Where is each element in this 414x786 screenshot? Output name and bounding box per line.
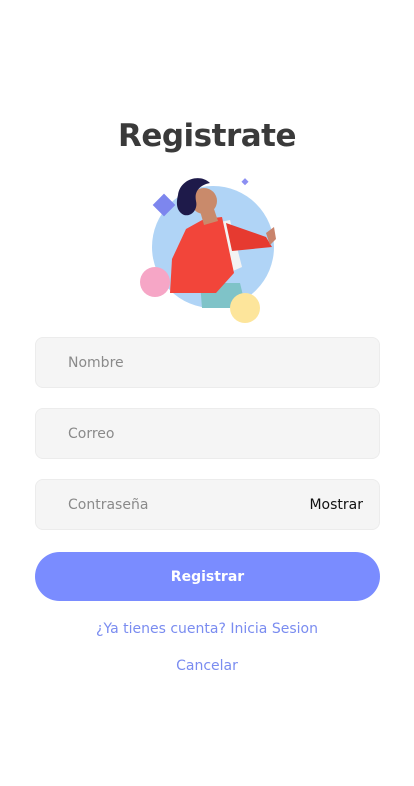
person-illustration-icon <box>138 175 278 325</box>
show-password-button[interactable]: Mostrar <box>309 497 363 513</box>
page-title: Registrate <box>117 118 297 154</box>
login-link[interactable]: ¿Ya tienes cuenta? Inicia Sesion <box>0 621 414 637</box>
name-field[interactable] <box>35 337 380 388</box>
cancel-link[interactable]: Cancelar <box>0 658 414 674</box>
register-button[interactable]: Registrar <box>35 552 380 601</box>
email-field[interactable] <box>35 408 380 459</box>
name-input[interactable] <box>68 354 363 371</box>
password-input[interactable] <box>68 496 310 513</box>
email-input[interactable] <box>68 425 363 442</box>
password-field[interactable]: Mostrar <box>35 479 380 530</box>
